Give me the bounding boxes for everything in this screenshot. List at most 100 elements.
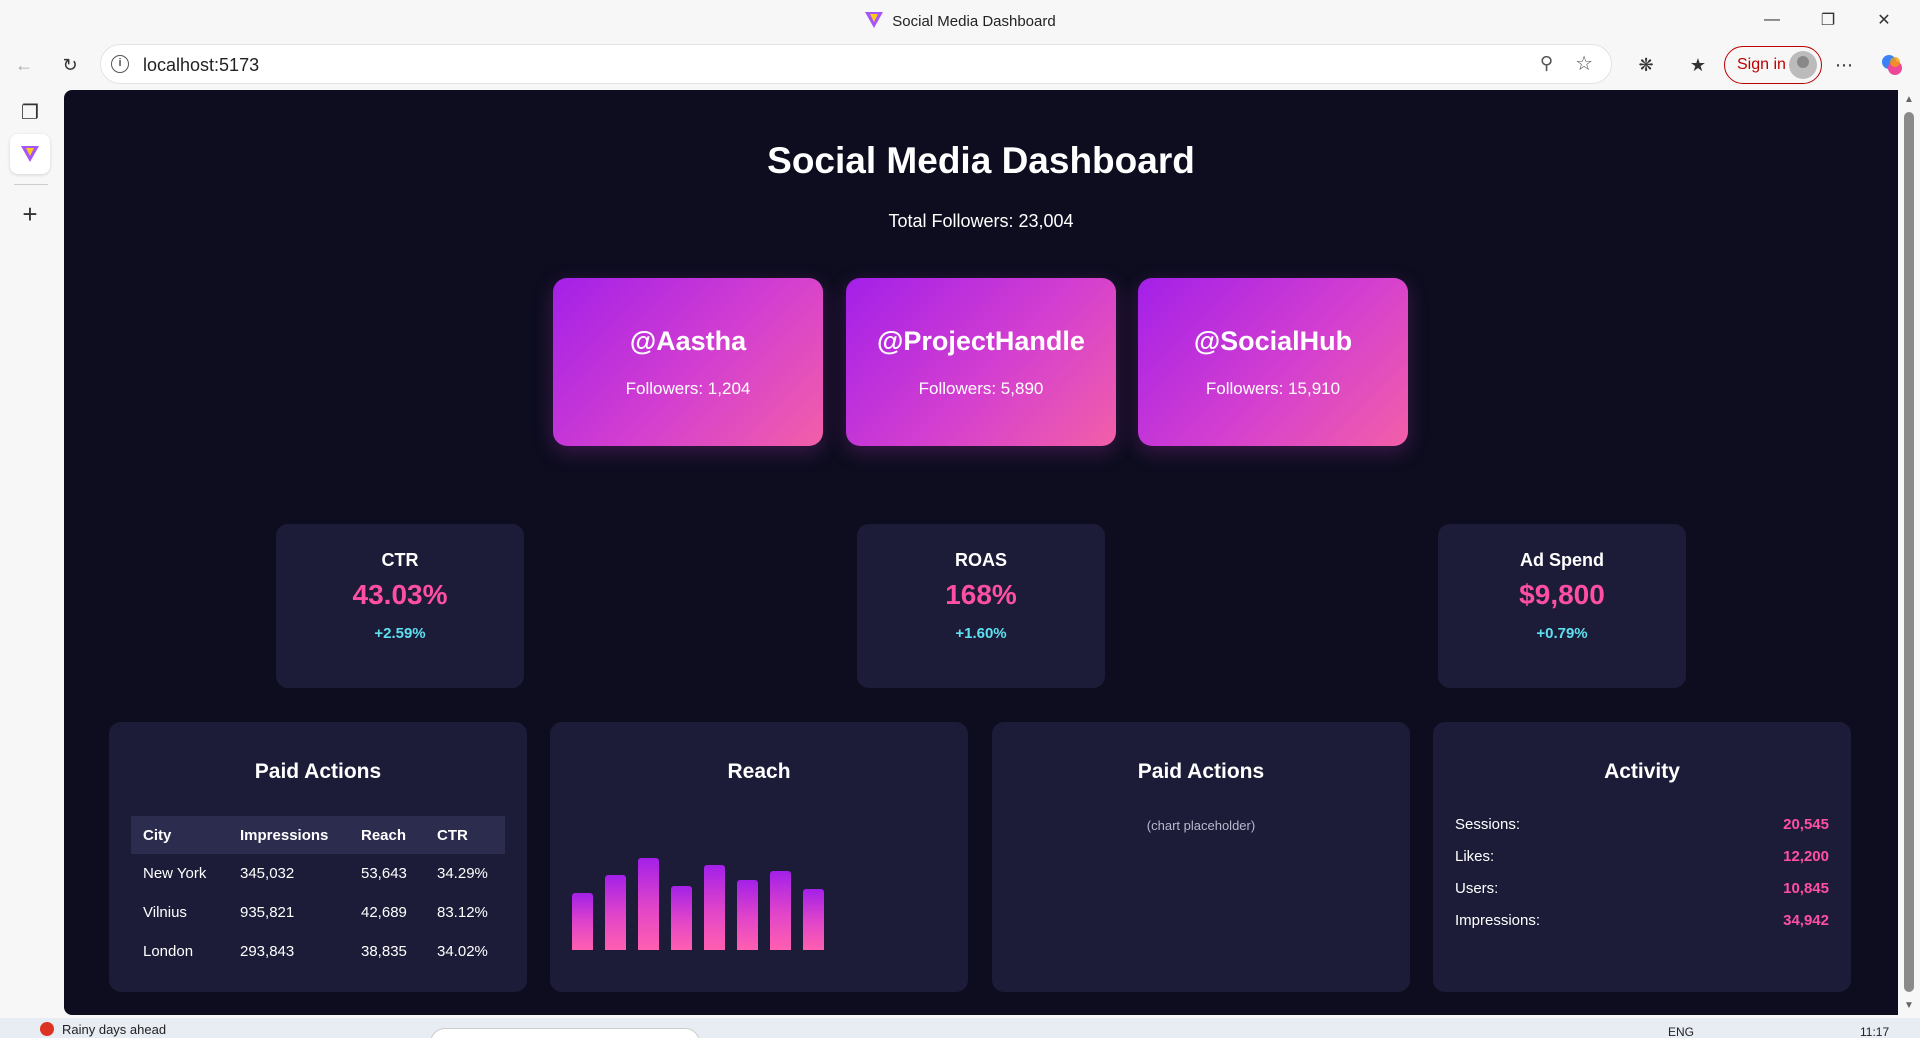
extensions-icon[interactable]: ❋	[1630, 50, 1662, 80]
activity-label: Impressions:	[1455, 912, 1541, 929]
scroll-down-icon[interactable]: ▼	[1904, 1000, 1914, 1011]
restore-icon[interactable]: ❐	[1800, 0, 1856, 40]
avatar	[1789, 51, 1817, 79]
table-cell: 38,835	[361, 943, 407, 960]
scrollbar-thumb[interactable]	[1904, 112, 1914, 992]
metric-card-ad-spend: Ad Spend $9,800 +0.79%	[1438, 524, 1686, 688]
activity-value: 12,200	[1783, 848, 1829, 865]
favorite-star-icon[interactable]: ☆	[1575, 51, 1593, 76]
reach-bar	[704, 865, 725, 950]
reach-panel: Reach	[550, 722, 968, 992]
reach-bar	[770, 871, 791, 950]
favorites-icon[interactable]: ★	[1682, 50, 1714, 80]
table-row: New York 345,032 53,643 34.29%	[131, 854, 505, 893]
table-header-row: City Impressions Reach CTR	[131, 816, 505, 854]
table-cell: 34.02%	[437, 943, 488, 960]
metric-label: ROAS	[954, 550, 1007, 570]
browser-toolbar: ← ↻ i localhost:5173 ⚲ ☆ ❋ ★ Sign in ⋯	[0, 40, 1920, 90]
more-menu-icon[interactable]: ⋯	[1828, 50, 1860, 80]
address-bar[interactable]: i localhost:5173 ⚲ ☆	[100, 44, 1612, 84]
account-card[interactable]: @Aastha Followers: 1,204	[553, 278, 823, 446]
sign-in-label: Sign in	[1737, 56, 1786, 73]
column-header: Impressions	[228, 816, 349, 854]
reach-bar-chart	[572, 832, 946, 950]
table-cell: 34.29%	[437, 865, 488, 882]
clock[interactable]: 11:17	[1860, 1025, 1889, 1038]
account-handle: @Aastha	[629, 326, 747, 356]
metric-value: 168%	[945, 579, 1017, 610]
page-viewport: Social Media Dashboard Total Followers: …	[64, 90, 1898, 1015]
window-titlebar: Social Media Dashboard — ❐ ✕	[0, 0, 1920, 40]
column-header: CTR	[425, 816, 505, 854]
back-icon[interactable]: ←	[8, 50, 40, 80]
reach-bar	[671, 886, 692, 950]
column-header: City	[131, 816, 228, 854]
panel-title: Activity	[1604, 760, 1680, 783]
chart-placeholder-text: (chart placeholder)	[1146, 818, 1256, 833]
metric-card-ctr: CTR 43.03% +2.59%	[276, 524, 524, 688]
os-taskbar: Rainy days ahead ENG 11:17	[0, 1018, 1920, 1038]
scroll-up-icon[interactable]: ▲	[1904, 94, 1914, 105]
column-header: Reach	[349, 816, 425, 854]
activity-value: 20,545	[1783, 816, 1829, 833]
activity-label: Likes:	[1455, 848, 1495, 865]
weather-badge-icon	[40, 1022, 54, 1036]
metric-change: +1.60%	[955, 625, 1007, 642]
account-card[interactable]: @SocialHub Followers: 15,910	[1138, 278, 1408, 446]
metric-value: 43.03%	[352, 579, 448, 610]
close-icon[interactable]: ✕	[1856, 0, 1912, 40]
city-table: City Impressions Reach CTR New York 345,…	[131, 816, 505, 971]
taskbar-search[interactable]	[430, 1028, 700, 1038]
account-handle: @ProjectHandle	[877, 326, 1085, 356]
sign-in-button[interactable]: Sign in	[1724, 46, 1822, 84]
account-followers: Followers: 5,890	[918, 379, 1044, 398]
url-text[interactable]: localhost:5173	[143, 55, 259, 76]
copilot-logo-icon	[1882, 55, 1902, 75]
table-row: Vilnius 935,821 42,689 83.12%	[131, 893, 505, 932]
reach-bar	[605, 875, 626, 950]
reload-icon[interactable]: ↻	[54, 50, 86, 80]
metric-change: +0.79%	[1536, 625, 1588, 642]
table-cell: 53,643	[361, 865, 407, 882]
weather-text[interactable]: Rainy days ahead	[62, 1022, 166, 1037]
paid-actions-table-panel: Paid Actions City Impressions Reach CTR …	[109, 722, 527, 992]
panel-title: Paid Actions	[254, 760, 382, 783]
sidebar-divider	[14, 184, 48, 185]
new-tab-icon[interactable]: +	[10, 194, 50, 234]
table-cell: 83.12%	[437, 904, 488, 921]
activity-panel: Activity Sessions: 20,545 Likes: 12,200 …	[1433, 722, 1851, 992]
language-indicator[interactable]: ENG	[1668, 1025, 1694, 1038]
metric-change: +2.59%	[374, 625, 426, 642]
account-card[interactable]: @ProjectHandle Followers: 5,890	[846, 278, 1116, 446]
table-cell: New York	[143, 865, 207, 882]
account-followers: Followers: 15,910	[1205, 379, 1341, 398]
table-row: London 293,843 38,835 34.02%	[131, 932, 505, 971]
vite-logo-icon	[865, 12, 884, 28]
activity-label: Users:	[1455, 880, 1499, 897]
page-scrollbar[interactable]: ▲ ▼	[1898, 90, 1920, 1015]
page-title: Social Media Dashboard	[767, 140, 1195, 181]
table-cell: 935,821	[240, 904, 295, 921]
copilot-icon[interactable]	[1876, 50, 1908, 80]
table-cell: 345,032	[240, 865, 295, 882]
table-cell: Vilnius	[143, 904, 187, 921]
metric-value: $9,800	[1519, 579, 1605, 610]
table-cell: 42,689	[361, 904, 407, 921]
window-title-text: Social Media Dashboard	[892, 13, 1056, 30]
vite-tab-icon[interactable]	[10, 134, 50, 174]
minimize-icon[interactable]: —	[1744, 0, 1800, 40]
metric-label: Ad Spend	[1520, 550, 1604, 570]
metric-label: CTR	[381, 550, 419, 570]
total-followers: Total Followers: 23,004	[888, 211, 1074, 231]
account-followers: Followers: 1,204	[625, 379, 751, 398]
activity-row: Likes: 12,200	[1455, 848, 1829, 865]
panel-title: Paid Actions	[1137, 760, 1265, 783]
reach-bar	[737, 880, 758, 950]
table-cell: 293,843	[240, 943, 295, 960]
tab-actions-icon[interactable]: ❐	[10, 92, 50, 132]
window-title: Social Media Dashboard	[0, 11, 1920, 30]
zoom-icon[interactable]: ⚲	[1540, 53, 1553, 74]
panel-title: Reach	[727, 760, 791, 783]
activity-row: Impressions: 34,942	[1455, 912, 1829, 929]
site-info-icon[interactable]: i	[111, 55, 129, 73]
